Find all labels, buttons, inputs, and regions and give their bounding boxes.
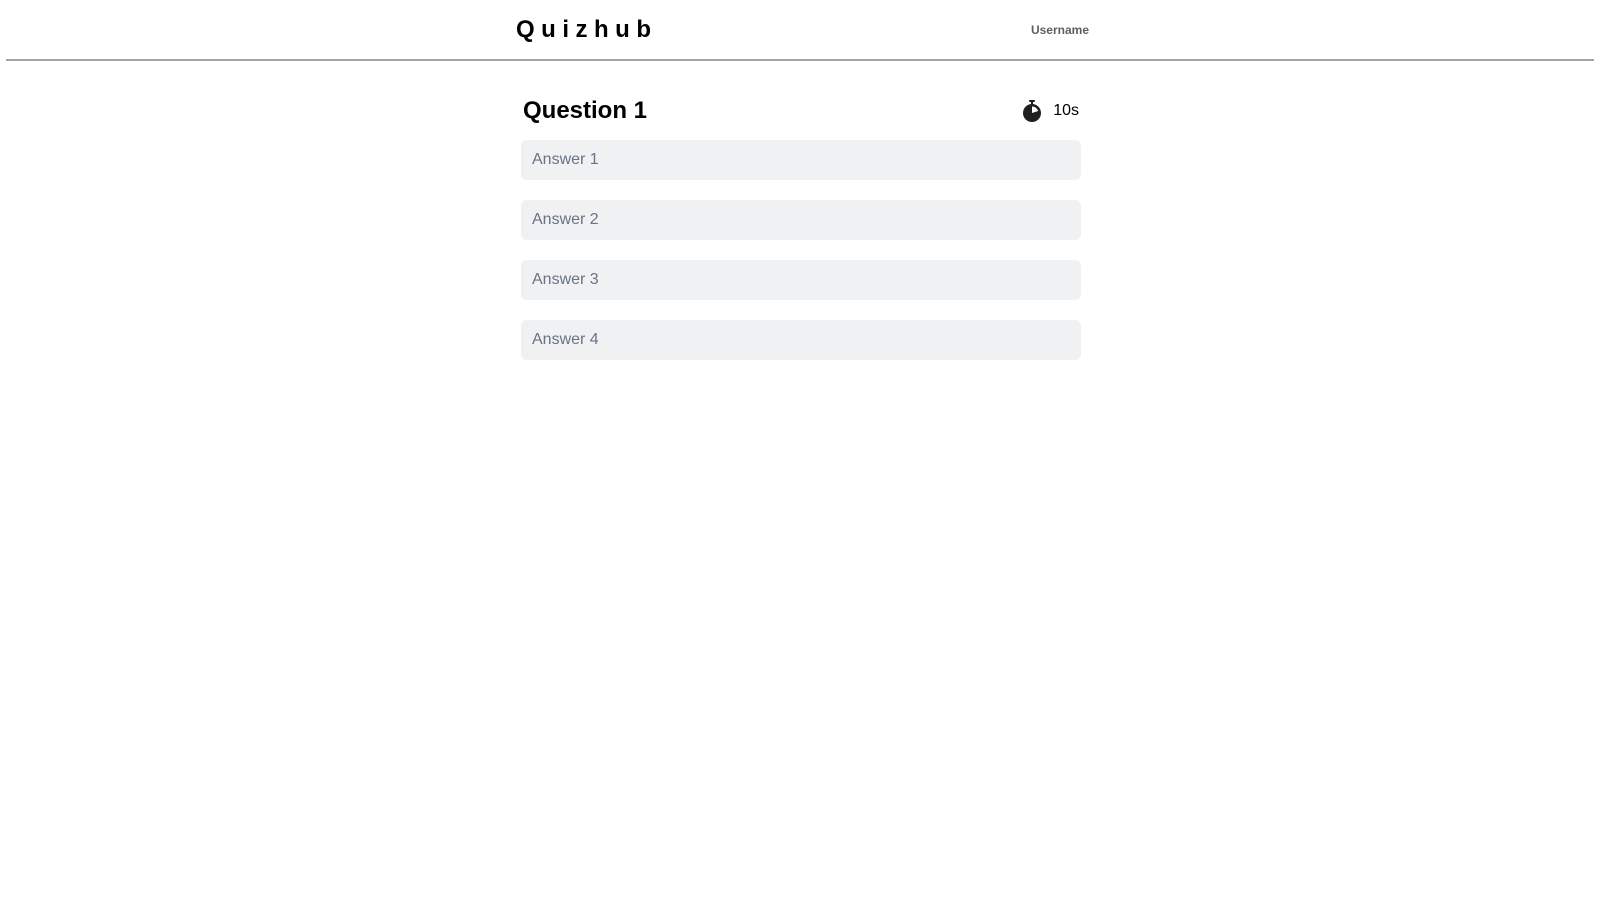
quiz-page: Quizhub Username Question 1 10s Answer 1… [0,0,1600,900]
question-panel: Question 1 10s Answer 1 Answer 2 Answer … [521,90,1081,380]
answer-option[interactable]: Answer 3 [521,260,1081,300]
stopwatch-icon [1022,100,1042,122]
username-label[interactable]: Username [1031,23,1089,37]
header-content: Quizhub Username [516,0,1089,59]
question-timer: 10s [1022,100,1079,122]
answer-label: Answer 3 [532,271,599,288]
question-header: Question 1 10s [521,90,1081,132]
answers-list: Answer 1 Answer 2 Answer 3 Answer 4 [521,140,1081,360]
question-title: Question 1 [523,97,648,124]
top-header: Quizhub Username [6,0,1594,61]
answer-option[interactable]: Answer 4 [521,320,1081,360]
answer-label: Answer 1 [532,151,599,168]
answer-option[interactable]: Answer 2 [521,200,1081,240]
brand-logo[interactable]: Quizhub [516,16,657,44]
answer-label: Answer 4 [532,331,599,348]
answer-label: Answer 2 [532,211,599,228]
timer-text: 10s [1053,102,1079,119]
answer-option[interactable]: Answer 1 [521,140,1081,180]
